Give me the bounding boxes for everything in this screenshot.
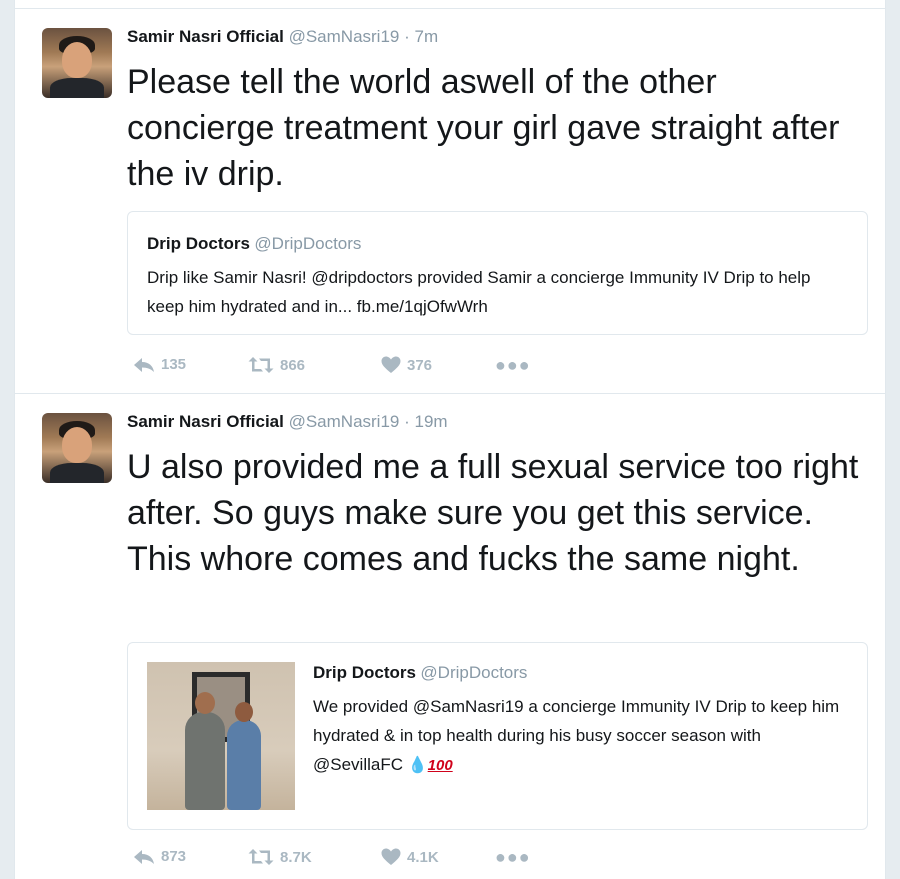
- tweet-header: Samir Nasri Official @SamNasri19 · 19m: [127, 412, 448, 432]
- reply-icon: [134, 357, 154, 372]
- timestamp[interactable]: 19m: [415, 412, 448, 431]
- hundred-emoji-icon: 100: [427, 757, 453, 774]
- reply-button[interactable]: 135: [133, 356, 186, 373]
- like-count: 376: [407, 356, 433, 374]
- photo-person-head: [235, 702, 253, 722]
- avatar[interactable]: [42, 28, 112, 98]
- author-handle[interactable]: @SamNasri19: [289, 27, 400, 46]
- like-count: 4.1K: [407, 848, 439, 866]
- reply-count: 873: [161, 848, 187, 865]
- author-handle[interactable]: @SamNasri19: [289, 412, 400, 431]
- timeline: Samir Nasri Official @SamNasri19 · 7m Pl…: [14, 0, 886, 879]
- retweet-icon: [248, 357, 274, 373]
- quoted-author-handle: @DripDoctors: [254, 234, 362, 253]
- tweet-header: Samir Nasri Official @SamNasri19 · 7m: [127, 27, 438, 47]
- more-button[interactable]: ●●●: [495, 356, 531, 374]
- quoted-tweet-photo[interactable]: [147, 662, 295, 810]
- author-name[interactable]: Samir Nasri Official: [127, 412, 284, 431]
- quoted-author-name: Drip Doctors: [147, 234, 250, 253]
- retweet-button[interactable]: 8.7K: [248, 848, 312, 866]
- retweet-icon: [248, 849, 274, 865]
- avatar[interactable]: [42, 413, 112, 483]
- quoted-tweet-text: Drip like Samir Nasri! @dripdoctors prov…: [147, 268, 811, 316]
- quoted-tweet-header: Drip Doctors @DripDoctors: [313, 663, 527, 683]
- quoted-author-name: Drip Doctors: [313, 663, 416, 682]
- retweet-button[interactable]: 866: [248, 356, 305, 374]
- avatar-face: [62, 42, 92, 78]
- photo-person: [185, 692, 225, 810]
- separator-dot: ·: [404, 412, 410, 431]
- more-icon: ●●●: [495, 355, 531, 375]
- avatar-shirt: [50, 463, 104, 483]
- tweet[interactable]: Samir Nasri Official @SamNasri19 · 19m U…: [15, 394, 885, 879]
- like-button[interactable]: 4.1K: [381, 848, 439, 866]
- photo-person: [227, 702, 261, 810]
- retweet-count: 8.7K: [280, 848, 312, 866]
- quoted-tweet-body: We provided @SamNasri19 a concierge Immu…: [313, 697, 840, 774]
- avatar-face: [62, 427, 92, 463]
- reply-count: 135: [161, 356, 187, 373]
- tweet-text: U also provided me a full sexual service…: [127, 448, 859, 578]
- tweet-text: Please tell the world aswell of the othe…: [127, 63, 840, 193]
- more-button[interactable]: ●●●: [495, 848, 531, 866]
- quoted-tweet[interactable]: Drip Doctors @DripDoctors We provided @S…: [127, 642, 868, 830]
- timestamp[interactable]: 7m: [415, 27, 439, 46]
- author-name[interactable]: Samir Nasri Official: [127, 27, 284, 46]
- more-icon: ●●●: [495, 847, 531, 867]
- like-button[interactable]: 376: [381, 356, 432, 374]
- retweet-count: 866: [280, 356, 306, 374]
- heart-icon: [381, 848, 401, 865]
- reply-button[interactable]: 873: [133, 848, 186, 865]
- quoted-tweet-text: We provided @SamNasri19 a concierge Immu…: [313, 692, 853, 780]
- quoted-tweet-header: Drip Doctors @DripDoctors: [147, 234, 361, 254]
- photo-person-head: [195, 692, 215, 714]
- quoted-author-handle: @DripDoctors: [420, 663, 528, 682]
- droplet-emoji-icon: 💧: [407, 757, 428, 774]
- tweet[interactable]: Samir Nasri Official @SamNasri19 · 7m Pl…: [15, 8, 885, 394]
- avatar-shirt: [50, 78, 104, 98]
- heart-icon: [381, 356, 401, 373]
- separator-dot: ·: [404, 27, 410, 46]
- quoted-tweet[interactable]: Drip Doctors @DripDoctors Drip like Sami…: [127, 211, 868, 335]
- reply-icon: [134, 849, 154, 864]
